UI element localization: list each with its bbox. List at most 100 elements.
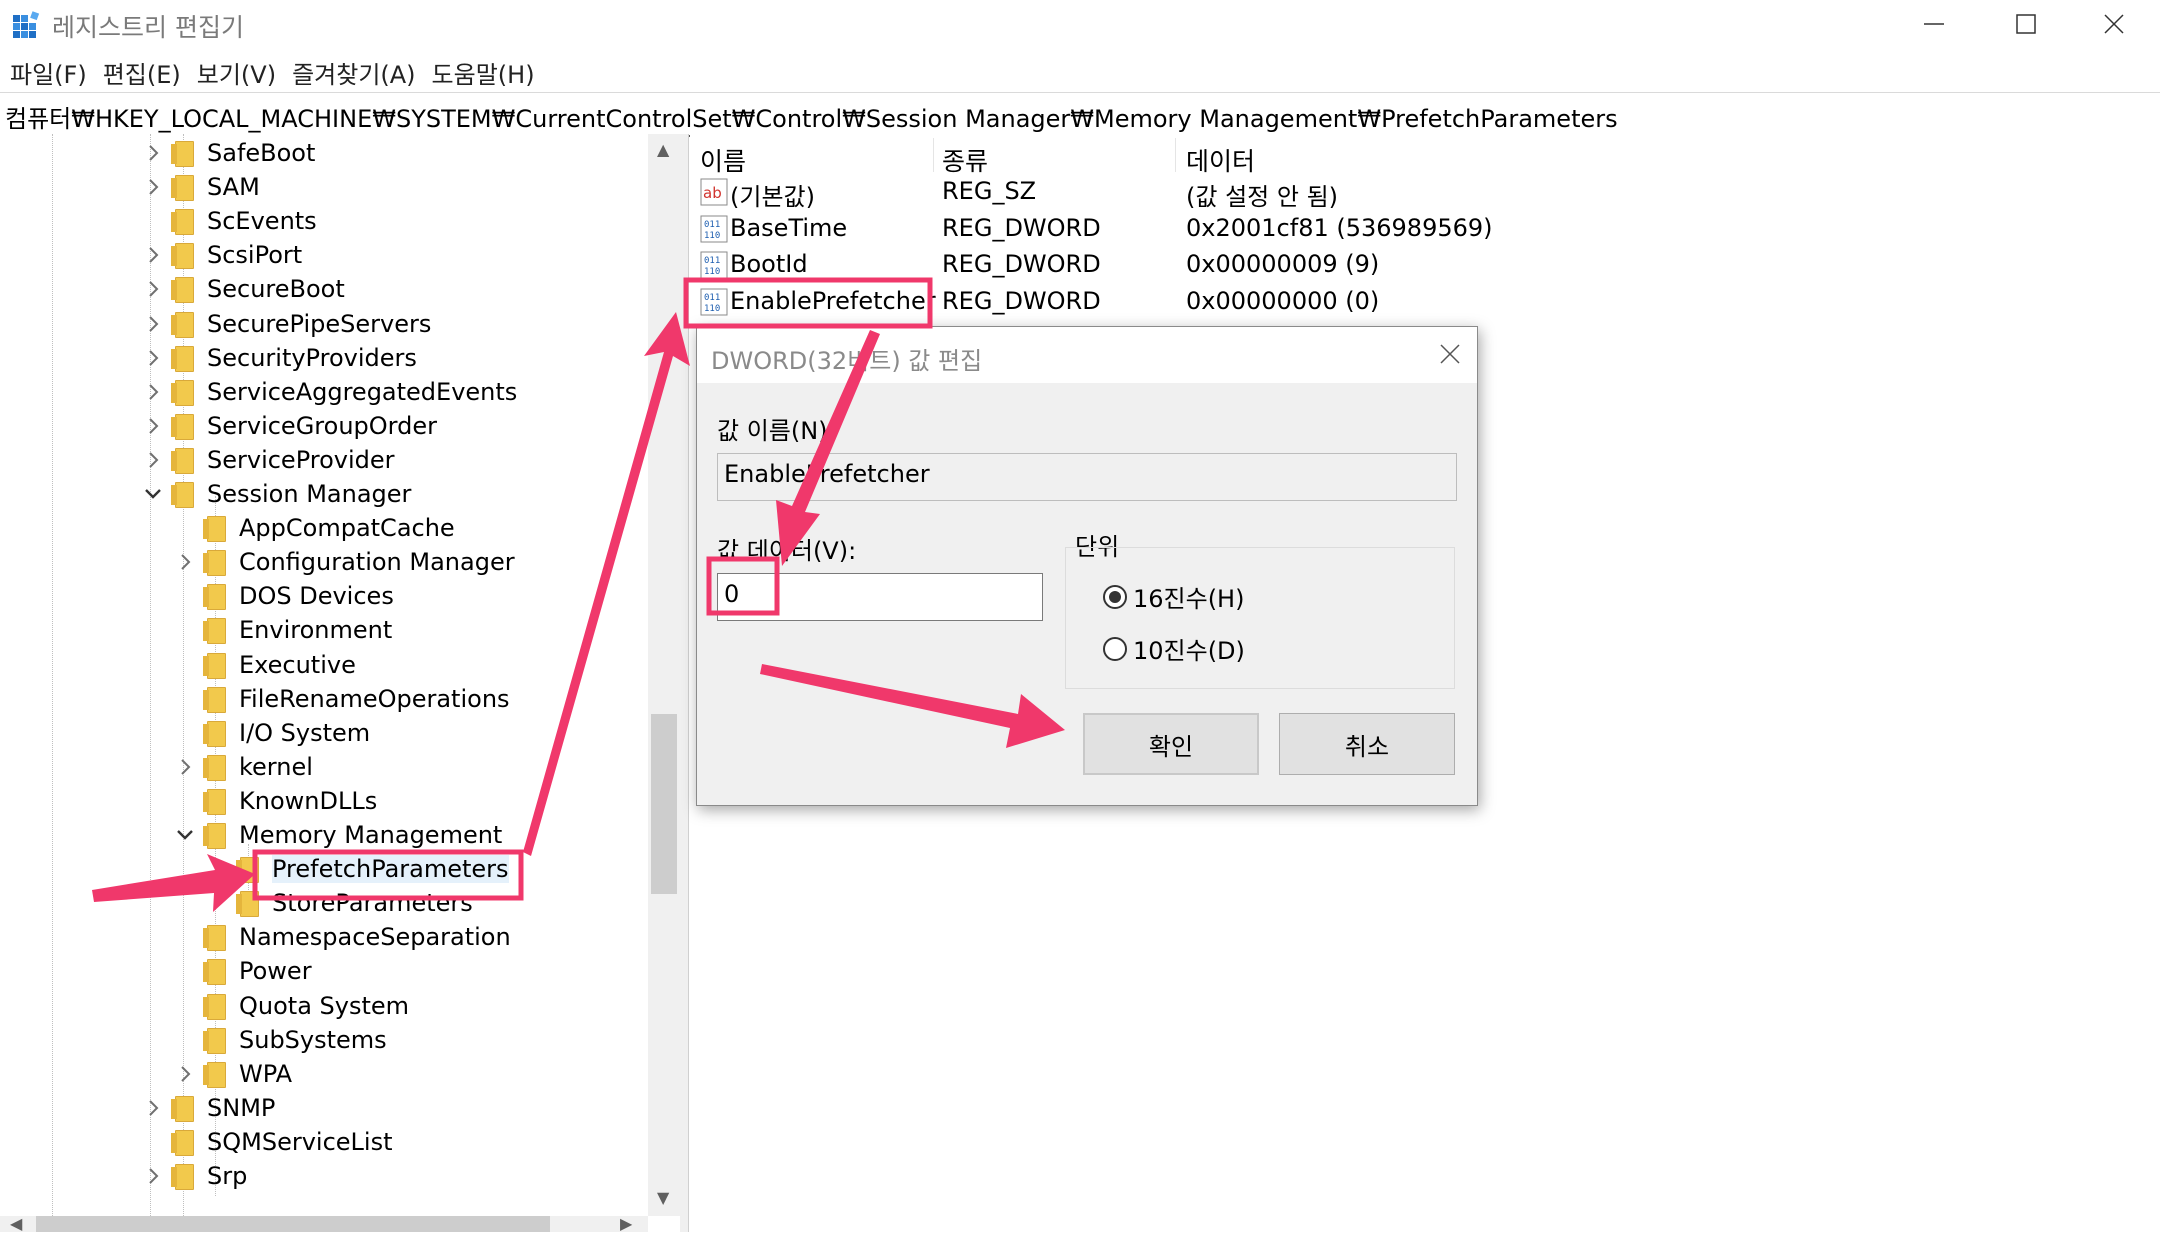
tree-item-label[interactable]: ScEvents <box>207 207 317 235</box>
tree-item[interactable]: WPA <box>175 1057 292 1091</box>
value-row[interactable]: 011 110 BootId REG_DWORD 0x00000009 (9) <box>690 247 1590 283</box>
tree-item-label[interactable]: NamespaceSeparation <box>239 923 511 951</box>
address-path[interactable]: 컴퓨터₩HKEY_LOCAL_MACHINE₩SYSTEM₩CurrentCon… <box>5 99 1618 134</box>
menu-favorites[interactable]: 즐겨찾기(A) <box>292 55 415 95</box>
close-button[interactable] <box>2068 0 2160 48</box>
tree-item-label[interactable]: SNMP <box>207 1094 275 1122</box>
dec-radio-option[interactable]: 10진수(D) <box>1103 631 1245 666</box>
address-bar[interactable]: 컴퓨터₩HKEY_LOCAL_MACHINE₩SYSTEM₩CurrentCon… <box>0 92 2160 137</box>
maximize-button[interactable] <box>1980 0 2072 48</box>
tree-item[interactable]: ServiceAggregatedEvents <box>143 375 517 409</box>
tree-item[interactable]: Quota System <box>175 989 409 1023</box>
tree-item-label[interactable]: SecurityProviders <box>207 344 417 372</box>
chevron-right-icon[interactable] <box>175 552 195 572</box>
value-data-input[interactable]: 0 <box>717 573 1043 621</box>
tree-item-label[interactable]: Memory Management <box>239 821 502 849</box>
menu-view[interactable]: 보기(V) <box>197 55 276 95</box>
tree-item[interactable]: SecureBoot <box>143 272 345 306</box>
value-row[interactable]: 011 110 EnablePrefetcher REG_DWORD 0x0000000… <box>690 284 1590 320</box>
value-row[interactable]: 011 110 BaseTime REG_DWORD 0x2001cf81 (53698… <box>690 211 1590 247</box>
tree-item-label[interactable]: kernel <box>239 753 313 781</box>
tree-item-label[interactable]: PrefetchParameters <box>272 855 509 884</box>
tree-item[interactable]: kernel <box>175 750 313 784</box>
registry-tree[interactable]: SafeBoot SAM ScEvents ScsiPort SecureBoot Sec… <box>0 134 680 1232</box>
tree-item-label[interactable]: SAM <box>207 173 260 201</box>
tree-item-label[interactable]: DOS Devices <box>239 582 394 610</box>
tree-item[interactable]: ScsiPort <box>143 238 302 272</box>
dialog-close-icon[interactable] <box>1437 341 1463 367</box>
tree-item-label[interactable]: Session Manager <box>207 480 411 508</box>
ok-button[interactable]: 확인 <box>1083 713 1259 775</box>
tree-item[interactable]: SafeBoot <box>143 136 315 170</box>
tree-item-label[interactable]: SafeBoot <box>207 139 315 167</box>
tree-item[interactable]: PrefetchParameters <box>208 852 509 886</box>
tree-item-label[interactable]: StoreParameters <box>272 889 473 917</box>
chevron-right-icon[interactable] <box>143 416 163 436</box>
tree-item[interactable]: Memory Management <box>175 818 502 852</box>
tree-item-label[interactable]: SQMServiceList <box>207 1128 392 1156</box>
tree-item[interactable]: Session Manager <box>143 477 411 511</box>
value-row[interactable]: ab (기본값) REG_SZ (값 설정 안 됨) <box>690 174 1590 211</box>
chevron-right-icon[interactable] <box>143 382 163 402</box>
tree-item-label[interactable]: Executive <box>239 651 356 679</box>
tree-horizontal-scrollbar[interactable]: ◀ ▶ <box>0 1214 648 1233</box>
dec-radio[interactable] <box>1103 636 1127 661</box>
tree-item[interactable]: ScEvents <box>143 204 317 238</box>
scroll-left-icon[interactable]: ◀ <box>10 1214 22 1233</box>
scroll-right-icon[interactable]: ▶ <box>620 1214 632 1233</box>
tree-item-label[interactable]: Configuration Manager <box>239 548 515 576</box>
value-name-field[interactable]: EnablePrefetcher <box>717 453 1457 501</box>
tree-item-label[interactable]: Environment <box>239 616 392 644</box>
chevron-right-icon[interactable] <box>143 245 163 265</box>
column-header-data[interactable]: 데이터 <box>1186 142 1255 178</box>
chevron-right-icon[interactable] <box>143 1166 163 1186</box>
menu-file[interactable]: 파일(F) <box>10 55 87 95</box>
hex-radio[interactable] <box>1103 584 1127 609</box>
tree-item-label[interactable]: Power <box>239 957 312 985</box>
tree-item-label[interactable]: KnownDLLs <box>239 787 377 815</box>
chevron-right-icon[interactable] <box>143 143 163 163</box>
tree-item[interactable]: SecurePipeServers <box>143 307 431 341</box>
chevron-down-icon[interactable] <box>175 825 195 845</box>
tree-item[interactable]: DOS Devices <box>175 579 394 613</box>
hex-radio-option[interactable]: 16진수(H) <box>1103 579 1244 614</box>
menu-help[interactable]: 도움말(H) <box>432 55 535 95</box>
hscroll-thumb[interactable] <box>36 1216 550 1232</box>
tree-item[interactable]: Configuration Manager <box>175 545 515 579</box>
chevron-down-icon[interactable] <box>143 484 163 504</box>
tree-item[interactable]: Environment <box>175 613 392 647</box>
tree-item[interactable]: KnownDLLs <box>175 784 377 818</box>
minimize-button[interactable] <box>1888 0 1980 48</box>
scroll-down-icon[interactable]: ▼ <box>657 1188 669 1207</box>
tree-item-label[interactable]: ServiceProvider <box>207 446 395 474</box>
scroll-up-icon[interactable]: ▲ <box>657 140 669 159</box>
tree-item-label[interactable]: SubSystems <box>239 1026 387 1054</box>
pane-splitter[interactable] <box>680 134 689 1232</box>
tree-item[interactable]: Srp <box>143 1159 247 1193</box>
tree-item[interactable]: ServiceProvider <box>143 443 395 477</box>
tree-item[interactable]: AppCompatCache <box>175 511 455 545</box>
tree-item-label[interactable]: I/O System <box>239 719 370 747</box>
menu-edit[interactable]: 편집(E) <box>103 55 181 95</box>
tree-item[interactable]: ServiceGroupOrder <box>143 409 437 443</box>
tree-item[interactable]: FileRenameOperations <box>175 682 510 716</box>
tree-item[interactable]: SQMServiceList <box>143 1125 392 1159</box>
tree-item-label[interactable]: Quota System <box>239 992 409 1020</box>
chevron-right-icon[interactable] <box>175 757 195 777</box>
chevron-right-icon[interactable] <box>143 1098 163 1118</box>
chevron-right-icon[interactable] <box>143 279 163 299</box>
tree-item-label[interactable]: FileRenameOperations <box>239 685 510 713</box>
column-header-type[interactable]: 종류 <box>942 142 988 178</box>
tree-item-label[interactable]: AppCompatCache <box>239 514 455 542</box>
tree-item[interactable]: SubSystems <box>175 1023 387 1057</box>
tree-item-label[interactable]: ServiceGroupOrder <box>207 412 437 440</box>
cancel-button[interactable]: 취소 <box>1279 713 1455 775</box>
tree-item[interactable]: SNMP <box>143 1091 275 1125</box>
tree-item[interactable]: SecurityProviders <box>143 341 417 375</box>
tree-item[interactable]: I/O System <box>175 716 370 750</box>
tree-vertical-scrollbar[interactable]: ▲ ▼ <box>648 134 680 1216</box>
dec-radio-label[interactable]: 10진수(D) <box>1133 631 1245 666</box>
tree-item[interactable]: NamespaceSeparation <box>175 920 511 954</box>
tree-item[interactable]: SAM <box>143 170 260 204</box>
chevron-right-icon[interactable] <box>175 1064 195 1084</box>
